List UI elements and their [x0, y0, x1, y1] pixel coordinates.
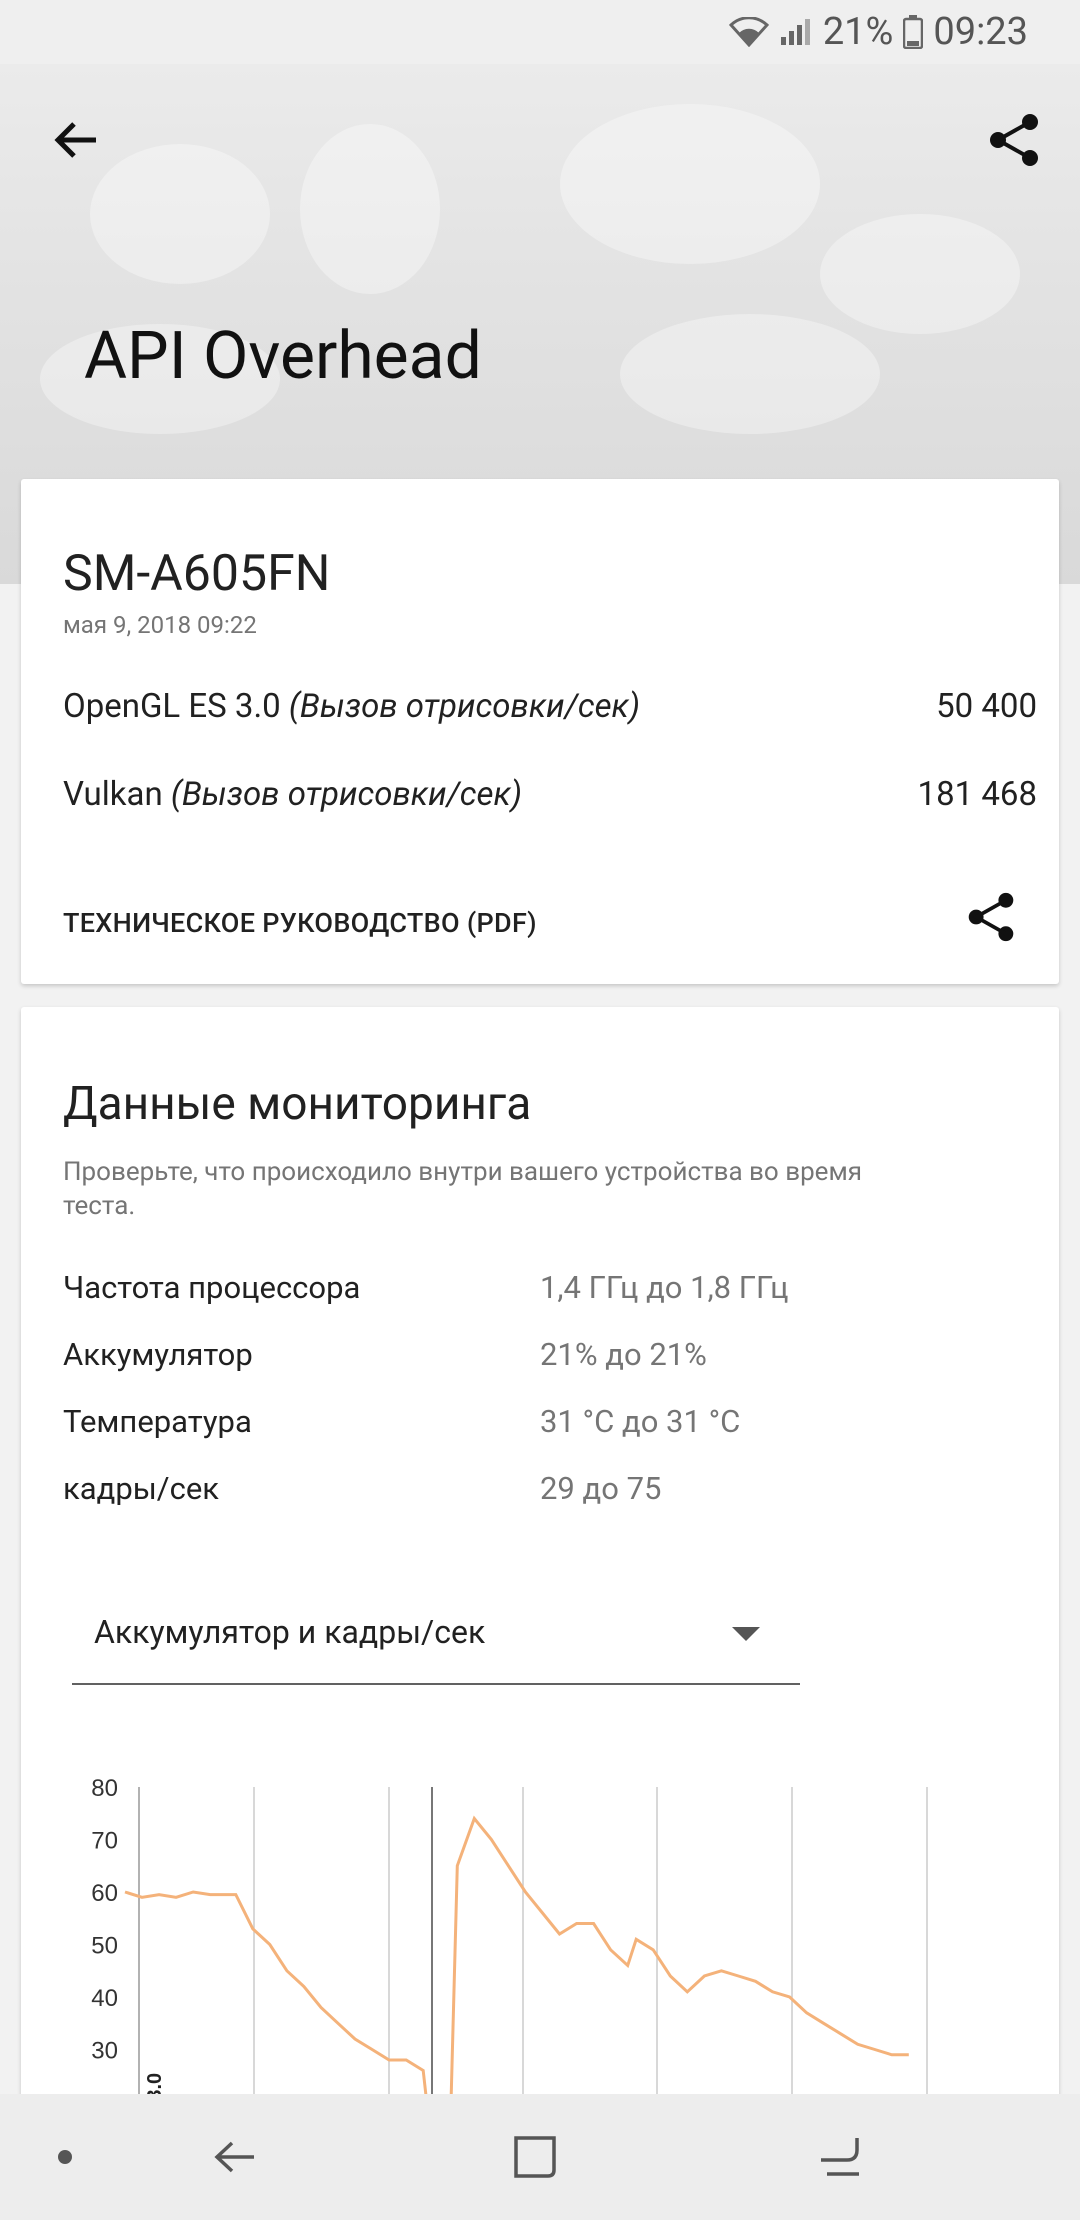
score-value: 50 400 — [936, 687, 1037, 726]
monitoring-subtitle: Проверьте, что происходило внутри вашего… — [63, 1157, 863, 1221]
technical-guide-link[interactable]: ТЕХНИЧЕСКОЕ РУКОВОДСТВО (PDF) — [63, 907, 537, 939]
device-name: SM-A605FN — [63, 545, 331, 603]
score-value: 181 468 — [917, 775, 1037, 814]
temperature-label: Температура — [63, 1403, 252, 1440]
battery-percent: 21% — [822, 10, 894, 54]
y-tick-label: 40 — [91, 1985, 118, 2012]
share-button[interactable] — [978, 106, 1050, 178]
result-card: SM-A605FN мая 9, 2018 09:22 OpenGL ES 3.… — [21, 479, 1059, 984]
battery-value: 21% до 21% — [540, 1336, 707, 1373]
y-tick-label: 60 — [91, 1880, 118, 1907]
nav-recent-button[interactable] — [805, 2124, 875, 2194]
fps-value: 29 до 75 — [540, 1470, 662, 1507]
page-title: API Overhead — [84, 318, 482, 395]
score-label: OpenGL ES 3.0 (Вызов отрисовки/сек) — [63, 687, 641, 726]
score-row-vulkan: Vulkan (Вызов отрисовки/сек) 181 468 — [63, 775, 1037, 814]
nav-back-button[interactable] — [200, 2124, 270, 2194]
clock: 09:23 — [933, 10, 1028, 54]
status-icons: 21% 09:23 — [728, 8, 1028, 56]
select-value: Аккумулятор и кадры/сек — [94, 1613, 486, 1651]
cpu-value: 1,4 ГГц до 1,8 ГГц — [540, 1269, 789, 1306]
test-date: мая 9, 2018 09:22 — [63, 611, 257, 639]
navigation-bar — [0, 2094, 1080, 2220]
nav-back-icon — [212, 2137, 258, 2181]
share-result-button[interactable] — [961, 889, 1021, 949]
dot-icon — [55, 2147, 75, 2171]
recent-apps-icon — [817, 2134, 863, 2184]
battery-icon — [903, 15, 924, 49]
temperature-value: 31 °C до 31 °C — [540, 1403, 741, 1440]
home-icon — [512, 2134, 558, 2184]
share-icon — [966, 891, 1016, 947]
y-tick-label: 30 — [91, 2038, 118, 2065]
dropdown-arrow-icon — [732, 1627, 760, 1641]
share-icon — [988, 112, 1040, 172]
score-label: Vulkan (Вызов отрисовки/сек) — [63, 775, 522, 814]
nav-dot-button[interactable] — [30, 2124, 100, 2194]
y-tick-label: 70 — [91, 1828, 118, 1855]
back-button[interactable] — [40, 106, 112, 178]
chart-select-dropdown[interactable]: Аккумулятор и кадры/сек — [72, 1591, 800, 1685]
status-bar: 21% 09:23 — [0, 0, 1080, 64]
y-tick-label: 80 — [91, 1775, 118, 1802]
monitoring-card: Данные мониторинга Проверьте, что происх… — [21, 1007, 1059, 2207]
battery-label: Аккумулятор — [63, 1336, 253, 1373]
wifi-icon — [728, 17, 769, 47]
arrow-back-icon — [54, 120, 98, 164]
monitoring-title: Данные мониторинга — [63, 1077, 532, 1131]
fps-label: кадры/сек — [63, 1470, 220, 1507]
signal-icon — [779, 17, 813, 47]
score-row-opengl: OpenGL ES 3.0 (Вызов отрисовки/сек) 50 4… — [63, 687, 1037, 726]
cpu-label: Частота процессора — [63, 1269, 361, 1306]
nav-home-button[interactable] — [500, 2124, 570, 2194]
y-tick-label: 50 — [91, 1933, 118, 1960]
